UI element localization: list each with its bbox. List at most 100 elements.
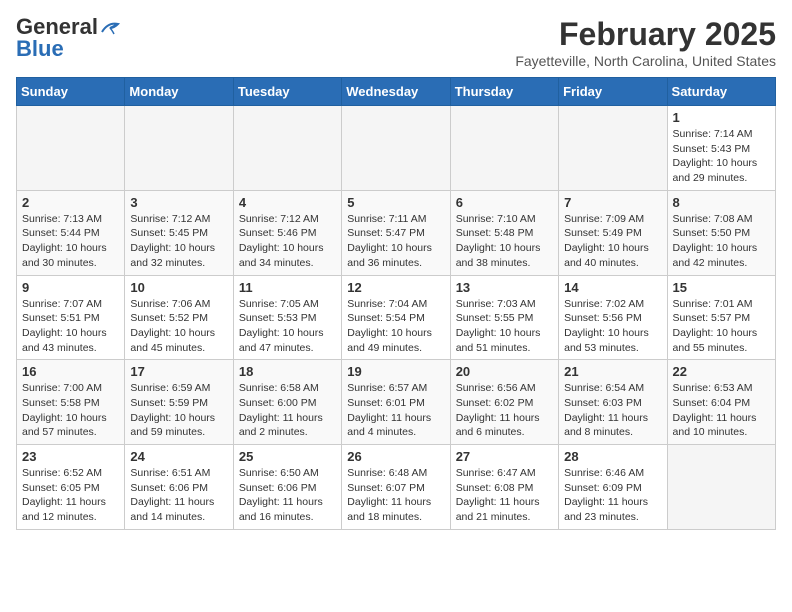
- day-info: Sunrise: 6:58 AM Sunset: 6:00 PM Dayligh…: [239, 381, 336, 440]
- calendar-empty-cell: [125, 106, 233, 191]
- calendar-week-row: 1 Sunrise: 7:14 AM Sunset: 5:43 PM Daylig…: [17, 106, 776, 191]
- day-number: 27: [456, 449, 553, 464]
- day-info: Sunrise: 7:05 AM Sunset: 5:53 PM Dayligh…: [239, 297, 336, 356]
- day-info: Sunrise: 7:02 AM Sunset: 5:56 PM Dayligh…: [564, 297, 661, 356]
- day-number: 17: [130, 364, 227, 379]
- day-info: Sunrise: 6:52 AM Sunset: 6:05 PM Dayligh…: [22, 466, 119, 525]
- calendar-empty-cell: [17, 106, 125, 191]
- calendar-day-23: 23 Sunrise: 6:52 AM Sunset: 6:05 PM Dayli…: [17, 445, 125, 530]
- day-number: 2: [22, 195, 119, 210]
- calendar-day-19: 19Sunrise: 6:57 AM Sunset: 6:01 PM Dayli…: [342, 360, 450, 445]
- day-info: Sunrise: 7:03 AM Sunset: 5:55 PM Dayligh…: [456, 297, 553, 356]
- calendar-day-4: 4 Sunrise: 7:12 AM Sunset: 5:46 PM Daylig…: [233, 190, 341, 275]
- day-info: Sunrise: 7:12 AM Sunset: 5:45 PM Dayligh…: [130, 212, 227, 271]
- day-info: Sunrise: 7:13 AM Sunset: 5:44 PM Dayligh…: [22, 212, 119, 271]
- day-info: Sunrise: 6:51 AM Sunset: 6:06 PM Dayligh…: [130, 466, 227, 525]
- day-number: 3: [130, 195, 227, 210]
- day-number: 20: [456, 364, 553, 379]
- day-number: 10: [130, 280, 227, 295]
- calendar-day-16: 16 Sunrise: 7:00 AM Sunset: 5:58 PM Dayli…: [17, 360, 125, 445]
- day-number: 1: [673, 110, 770, 125]
- calendar-day-27: 27 Sunrise: 6:47 AM Sunset: 6:08 PM Dayli…: [450, 445, 558, 530]
- calendar-day-17: 17 Sunrise: 6:59 AM Sunset: 5:59 PM Dayli…: [125, 360, 233, 445]
- logo-blue: Blue: [16, 38, 64, 60]
- logo-general: General: [16, 16, 98, 38]
- calendar-day-28: 28Sunrise: 6:46 AM Sunset: 6:09 PM Dayli…: [559, 445, 667, 530]
- day-info: Sunrise: 7:10 AM Sunset: 5:48 PM Dayligh…: [456, 212, 553, 271]
- day-info: Sunrise: 7:14 AM Sunset: 5:43 PM Dayligh…: [673, 127, 770, 186]
- day-info: Sunrise: 6:59 AM Sunset: 5:59 PM Dayligh…: [130, 381, 227, 440]
- weekday-header-sunday: Sunday: [17, 78, 125, 106]
- day-number: 21: [564, 364, 661, 379]
- calendar-day-9: 9 Sunrise: 7:07 AM Sunset: 5:51 PM Daylig…: [17, 275, 125, 360]
- calendar-day-24: 24 Sunrise: 6:51 AM Sunset: 6:06 PM Dayli…: [125, 445, 233, 530]
- calendar-day-10: 10Sunrise: 7:06 AM Sunset: 5:52 PM Dayli…: [125, 275, 233, 360]
- calendar-day-8: 8 Sunrise: 7:08 AM Sunset: 5:50 PM Daylig…: [667, 190, 775, 275]
- day-info: Sunrise: 7:12 AM Sunset: 5:46 PM Dayligh…: [239, 212, 336, 271]
- day-number: 8: [673, 195, 770, 210]
- day-info: Sunrise: 6:48 AM Sunset: 6:07 PM Dayligh…: [347, 466, 444, 525]
- day-number: 15: [673, 280, 770, 295]
- day-number: 4: [239, 195, 336, 210]
- calendar-day-25: 25 Sunrise: 6:50 AM Sunset: 6:06 PM Dayli…: [233, 445, 341, 530]
- day-number: 24: [130, 449, 227, 464]
- calendar-day-3: 3 Sunrise: 7:12 AM Sunset: 5:45 PM Daylig…: [125, 190, 233, 275]
- day-info: Sunrise: 6:53 AM Sunset: 6:04 PM Dayligh…: [673, 381, 770, 440]
- day-info: Sunrise: 7:04 AM Sunset: 5:54 PM Dayligh…: [347, 297, 444, 356]
- weekday-header-thursday: Thursday: [450, 78, 558, 106]
- day-info: Sunrise: 6:57 AM Sunset: 6:01 PM Dayligh…: [347, 381, 444, 440]
- day-number: 22: [673, 364, 770, 379]
- calendar-week-row: 16 Sunrise: 7:00 AM Sunset: 5:58 PM Dayli…: [17, 360, 776, 445]
- calendar-table: SundayMondayTuesdayWednesdayThursdayFrid…: [16, 77, 776, 530]
- month-year-title: February 2025: [515, 16, 776, 53]
- calendar-day-20: 20 Sunrise: 6:56 AM Sunset: 6:02 PM Dayli…: [450, 360, 558, 445]
- weekday-header-saturday: Saturday: [667, 78, 775, 106]
- day-number: 11: [239, 280, 336, 295]
- logo-bird-icon: [100, 20, 122, 36]
- title-area: February 2025 Fayetteville, North Caroli…: [515, 16, 776, 69]
- calendar-empty-cell: [559, 106, 667, 191]
- calendar-day-13: 13Sunrise: 7:03 AM Sunset: 5:55 PM Dayli…: [450, 275, 558, 360]
- calendar-day-18: 18 Sunrise: 6:58 AM Sunset: 6:00 PM Dayli…: [233, 360, 341, 445]
- day-number: 26: [347, 449, 444, 464]
- day-number: 25: [239, 449, 336, 464]
- day-number: 6: [456, 195, 553, 210]
- calendar-week-row: 23 Sunrise: 6:52 AM Sunset: 6:05 PM Dayli…: [17, 445, 776, 530]
- weekday-header-wednesday: Wednesday: [342, 78, 450, 106]
- day-number: 18: [239, 364, 336, 379]
- calendar-week-row: 9 Sunrise: 7:07 AM Sunset: 5:51 PM Daylig…: [17, 275, 776, 360]
- calendar-day-11: 11 Sunrise: 7:05 AM Sunset: 5:53 PM Dayli…: [233, 275, 341, 360]
- calendar-day-6: 6 Sunrise: 7:10 AM Sunset: 5:48 PM Daylig…: [450, 190, 558, 275]
- calendar-day-22: 22 Sunrise: 6:53 AM Sunset: 6:04 PM Dayli…: [667, 360, 775, 445]
- day-info: Sunrise: 6:47 AM Sunset: 6:08 PM Dayligh…: [456, 466, 553, 525]
- calendar-day-12: 12Sunrise: 7:04 AM Sunset: 5:54 PM Dayli…: [342, 275, 450, 360]
- day-info: Sunrise: 7:07 AM Sunset: 5:51 PM Dayligh…: [22, 297, 119, 356]
- weekday-header-tuesday: Tuesday: [233, 78, 341, 106]
- day-info: Sunrise: 7:01 AM Sunset: 5:57 PM Dayligh…: [673, 297, 770, 356]
- day-number: 5: [347, 195, 444, 210]
- calendar-day-21: 21 Sunrise: 6:54 AM Sunset: 6:03 PM Dayli…: [559, 360, 667, 445]
- calendar-empty-cell: [233, 106, 341, 191]
- day-number: 23: [22, 449, 119, 464]
- header: General Blue February 2025 Fayetteville,…: [16, 16, 776, 69]
- day-number: 14: [564, 280, 661, 295]
- calendar-day-1: 1 Sunrise: 7:14 AM Sunset: 5:43 PM Daylig…: [667, 106, 775, 191]
- day-number: 28: [564, 449, 661, 464]
- day-info: Sunrise: 7:00 AM Sunset: 5:58 PM Dayligh…: [22, 381, 119, 440]
- day-info: Sunrise: 7:08 AM Sunset: 5:50 PM Dayligh…: [673, 212, 770, 271]
- calendar-empty-cell: [342, 106, 450, 191]
- calendar-day-26: 26 Sunrise: 6:48 AM Sunset: 6:07 PM Dayli…: [342, 445, 450, 530]
- logo: General Blue: [16, 16, 122, 60]
- day-info: Sunrise: 6:56 AM Sunset: 6:02 PM Dayligh…: [456, 381, 553, 440]
- day-number: 7: [564, 195, 661, 210]
- day-info: Sunrise: 6:50 AM Sunset: 6:06 PM Dayligh…: [239, 466, 336, 525]
- day-info: Sunrise: 6:54 AM Sunset: 6:03 PM Dayligh…: [564, 381, 661, 440]
- day-info: Sunrise: 7:11 AM Sunset: 5:47 PM Dayligh…: [347, 212, 444, 271]
- weekday-header-monday: Monday: [125, 78, 233, 106]
- day-info: Sunrise: 7:09 AM Sunset: 5:49 PM Dayligh…: [564, 212, 661, 271]
- calendar-day-14: 14 Sunrise: 7:02 AM Sunset: 5:56 PM Dayli…: [559, 275, 667, 360]
- weekday-header-friday: Friday: [559, 78, 667, 106]
- day-number: 16: [22, 364, 119, 379]
- calendar-empty-cell: [450, 106, 558, 191]
- day-number: 9: [22, 280, 119, 295]
